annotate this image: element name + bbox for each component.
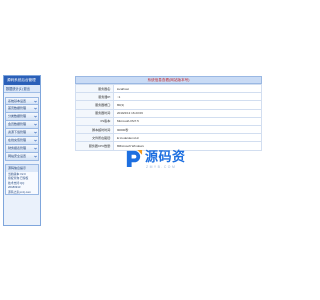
chevron-down-icon <box>34 131 37 134</box>
row-label: 服务器端口: <box>75 100 114 110</box>
sidebar-item-label: 资源下载管理 <box>8 130 27 134</box>
sidebar-info-title: 源码信息提示 <box>6 165 38 172</box>
table-row: 服务器IP: ::1 <box>75 92 262 102</box>
sidebar-item-downloads[interactable]: 资源下载管理 <box>5 129 39 137</box>
chevron-down-icon <box>34 100 37 103</box>
row-value: E:\code\demo\1\ <box>113 133 262 143</box>
chevron-down-icon <box>34 115 37 118</box>
watermark-brand: 源码资 <box>145 150 186 165</box>
row-label: 服务器时间: <box>75 108 114 118</box>
brand-p-icon <box>126 149 143 168</box>
row-label: 脚本超时时间: <box>75 124 114 135</box>
sidebar-item-home-data[interactable]: 首页数据管理 <box>5 105 39 113</box>
chevron-down-icon <box>34 155 37 158</box>
chevron-down-icon <box>34 139 37 142</box>
sidebar-item-finance[interactable]: 财务报表管理 <box>5 145 39 153</box>
sidebar-item-recharge[interactable]: 在线充值管理 <box>5 137 39 145</box>
chevron-down-icon <box>34 147 37 150</box>
sidebar-item-security[interactable]: 网站安全设置 <box>5 153 39 161</box>
sidebar-item-system-settings[interactable]: 系统基本设置 <box>5 97 39 105</box>
table-row: 脚本超时时间: 90000秒 <box>75 124 262 135</box>
sidebar-item-label: 在线充值管理 <box>8 138 27 142</box>
sidebar-item-label: 网站安全设置 <box>8 154 27 158</box>
system-info-table: 服务器名: localhost 服务器IP: ::1 服务器端口: 80(3) … <box>75 83 262 151</box>
sidebar-item-label: 首页数据管理 <box>8 106 27 110</box>
row-value: 2019/2/13 16:23:06 <box>113 108 262 118</box>
admin-page: 源码系统后台管理 数据统计(1) 退出 系统基本设置 首页数据管理 分类数据管理… <box>0 0 300 300</box>
sidebar-item-label: 分类数据管理 <box>8 114 27 118</box>
row-label: 服务器名: <box>75 83 114 94</box>
sidebar-header: 源码系统后台管理 <box>4 76 40 85</box>
sidebar-item-label: 财务报表管理 <box>8 146 27 150</box>
row-value: 90000秒 <box>113 124 262 135</box>
row-label: 服务器IP: <box>75 92 114 102</box>
sidebar-menu: 系统基本设置 首页数据管理 分类数据管理 会员数据管理 资源下载管理 在线充值管… <box>4 97 40 161</box>
table-row: IIS版本: Microsoft-IIS/7.5 <box>75 116 262 126</box>
table-row: 服务器时间: 2019/2/13 16:23:06 <box>75 108 262 118</box>
row-label: IIS版本: <box>75 116 114 126</box>
sidebar-item-member-data[interactable]: 会员数据管理 <box>5 121 39 129</box>
row-label: 文件所在路径: <box>75 133 114 143</box>
sidebar-subheader[interactable]: 数据统计(1) 退出 <box>4 85 40 93</box>
table-row: 文件所在路径: E:\code\demo\1\ <box>75 133 262 143</box>
chevron-down-icon <box>34 123 37 126</box>
system-info-panel: 系统信息查看(网站版本号) 服务器名: localhost 服务器IP: ::1… <box>75 76 262 151</box>
row-value: Microsoft-IIS/7.5 <box>113 116 262 126</box>
watermark-domain: ZMYB.COM <box>146 165 177 169</box>
table-row: 服务器名: localhost <box>75 83 262 94</box>
row-label: 服务器CPU数量: <box>75 141 114 151</box>
sidebar-item-label: 系统基本设置 <box>8 99 27 103</box>
sidebar-item-label: 会员数据管理 <box>8 122 27 126</box>
table-row: 服务器端口: 80(3) <box>75 100 262 110</box>
panel-title: 系统信息查看(网站版本号) <box>75 76 262 84</box>
row-value: localhost <box>113 83 262 94</box>
sidebar-info-panel: 源码信息提示 当前版本:V2.0 授权查询:已授权 技术支持:QQ 201809… <box>5 164 39 196</box>
chevron-down-icon <box>34 107 37 110</box>
sidebar-item-category-data[interactable]: 分类数据管理 <box>5 113 39 121</box>
row-value: 80(3) <box>113 100 262 110</box>
watermark-logo: 源码资 ZMYB.COM <box>124 149 190 173</box>
sidebar: 源码系统后台管理 数据统计(1) 退出 系统基本设置 首页数据管理 分类数据管理… <box>3 75 41 226</box>
row-value: ::1 <box>113 92 262 102</box>
sidebar-info-line: 源码之家ymzj.com <box>8 189 31 194</box>
